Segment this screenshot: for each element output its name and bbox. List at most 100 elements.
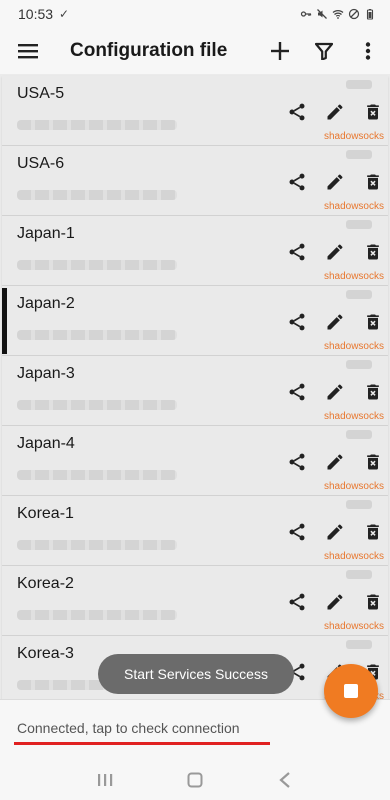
vpn-check-icon: ✓ bbox=[59, 7, 70, 21]
protocol-label: shadowsocks bbox=[323, 621, 384, 632]
recents-icon bbox=[98, 774, 113, 786]
server-item[interactable]: Korea-2 shadowsocks bbox=[2, 566, 388, 636]
share-button[interactable] bbox=[285, 100, 309, 124]
share-button[interactable] bbox=[285, 450, 309, 474]
edit-button[interactable] bbox=[323, 590, 347, 614]
edit-button[interactable] bbox=[323, 450, 347, 474]
dnd-icon bbox=[348, 8, 360, 20]
share-icon bbox=[289, 523, 305, 541]
share-button[interactable] bbox=[285, 310, 309, 334]
system-nav-bar bbox=[0, 760, 390, 800]
share-icon bbox=[289, 103, 305, 121]
connection-status-text[interactable]: Connected, tap to check connection bbox=[17, 720, 240, 736]
edit-icon bbox=[327, 594, 343, 610]
server-latency-redacted bbox=[346, 290, 372, 299]
server-name: USA-6 bbox=[17, 155, 65, 172]
server-name: Korea-2 bbox=[17, 575, 74, 592]
menu-icon bbox=[18, 44, 38, 59]
share-button[interactable] bbox=[285, 380, 309, 404]
edit-icon bbox=[327, 454, 343, 470]
filter-button[interactable] bbox=[302, 28, 346, 74]
edit-button[interactable] bbox=[323, 240, 347, 264]
stop-service-button[interactable] bbox=[324, 664, 378, 718]
key-icon bbox=[300, 11, 312, 17]
more-options-button[interactable] bbox=[346, 28, 390, 74]
delete-button[interactable] bbox=[361, 310, 385, 334]
server-address-redacted bbox=[17, 260, 177, 270]
edit-button[interactable] bbox=[323, 170, 347, 194]
server-name: Korea-3 bbox=[17, 645, 74, 662]
back-button[interactable] bbox=[270, 765, 300, 795]
share-icon bbox=[289, 313, 305, 331]
add-icon bbox=[271, 42, 289, 60]
share-icon bbox=[289, 383, 305, 401]
share-button[interactable] bbox=[285, 520, 309, 544]
edit-button[interactable] bbox=[323, 100, 347, 124]
server-item[interactable]: Japan-3 shadowsocks bbox=[2, 356, 388, 426]
server-latency-redacted bbox=[346, 430, 372, 439]
server-address-redacted bbox=[17, 400, 177, 410]
server-address-redacted bbox=[17, 470, 177, 480]
share-button[interactable] bbox=[285, 240, 309, 264]
page-title: Configuration file bbox=[70, 40, 228, 61]
server-item[interactable]: Japan-4 shadowsocks bbox=[2, 426, 388, 496]
server-latency-redacted bbox=[346, 640, 372, 649]
server-item[interactable]: Korea-1 shadowsocks bbox=[2, 496, 388, 566]
server-name: Korea-1 bbox=[17, 505, 74, 522]
protocol-label: shadowsocks bbox=[323, 551, 384, 562]
stop-icon bbox=[344, 684, 358, 698]
server-address-redacted bbox=[17, 330, 177, 340]
delete-button[interactable] bbox=[361, 450, 385, 474]
delete-button[interactable] bbox=[361, 590, 385, 614]
delete-button[interactable] bbox=[361, 240, 385, 264]
annotation-underline bbox=[14, 742, 270, 745]
server-item[interactable]: USA-6 shadowsocks bbox=[2, 146, 388, 216]
server-item[interactable]: Japan-1 shadowsocks bbox=[2, 216, 388, 286]
delete-icon bbox=[367, 314, 379, 330]
home-icon bbox=[187, 772, 203, 788]
delete-button[interactable] bbox=[361, 100, 385, 124]
home-button[interactable] bbox=[180, 765, 210, 795]
protocol-label: shadowsocks bbox=[323, 201, 384, 212]
delete-button[interactable] bbox=[361, 170, 385, 194]
server-list: USA-5 shadowsocks USA-6 shadowsocks Japa… bbox=[0, 76, 390, 706]
menu-button[interactable] bbox=[0, 28, 56, 74]
status-bar: 10:53 ✓ bbox=[0, 0, 390, 28]
share-icon bbox=[289, 453, 305, 471]
share-button[interactable] bbox=[285, 170, 309, 194]
edit-icon bbox=[327, 524, 343, 540]
delete-icon bbox=[367, 104, 379, 120]
server-latency-redacted bbox=[346, 220, 372, 229]
server-address-redacted bbox=[17, 540, 177, 550]
edit-icon bbox=[327, 384, 343, 400]
protocol-label: shadowsocks bbox=[323, 411, 384, 422]
delete-icon bbox=[367, 524, 379, 540]
server-name: Japan-1 bbox=[17, 225, 75, 242]
edit-button[interactable] bbox=[323, 520, 347, 544]
server-latency-redacted bbox=[346, 570, 372, 579]
server-item[interactable]: USA-5 shadowsocks bbox=[2, 76, 388, 146]
edit-icon bbox=[327, 174, 343, 190]
delete-icon bbox=[367, 244, 379, 260]
protocol-label: shadowsocks bbox=[323, 271, 384, 282]
delete-icon bbox=[367, 384, 379, 400]
server-item[interactable]: Japan-2 shadowsocks bbox=[2, 286, 388, 356]
delete-icon bbox=[367, 174, 379, 190]
server-name: Japan-3 bbox=[17, 365, 75, 382]
server-latency-redacted bbox=[346, 500, 372, 509]
add-button[interactable] bbox=[258, 28, 302, 74]
delete-button[interactable] bbox=[361, 380, 385, 404]
protocol-label: shadowsocks bbox=[323, 131, 384, 142]
battery-icon bbox=[366, 9, 374, 20]
mute-icon bbox=[317, 9, 327, 19]
delete-button[interactable] bbox=[361, 520, 385, 544]
share-button[interactable] bbox=[285, 590, 309, 614]
recents-button[interactable] bbox=[90, 765, 120, 795]
server-latency-redacted bbox=[346, 80, 372, 89]
filter-icon bbox=[315, 42, 333, 60]
edit-icon bbox=[327, 244, 343, 260]
edit-button[interactable] bbox=[323, 380, 347, 404]
edit-button[interactable] bbox=[323, 310, 347, 334]
delete-icon bbox=[367, 594, 379, 610]
server-latency-redacted bbox=[346, 360, 372, 369]
